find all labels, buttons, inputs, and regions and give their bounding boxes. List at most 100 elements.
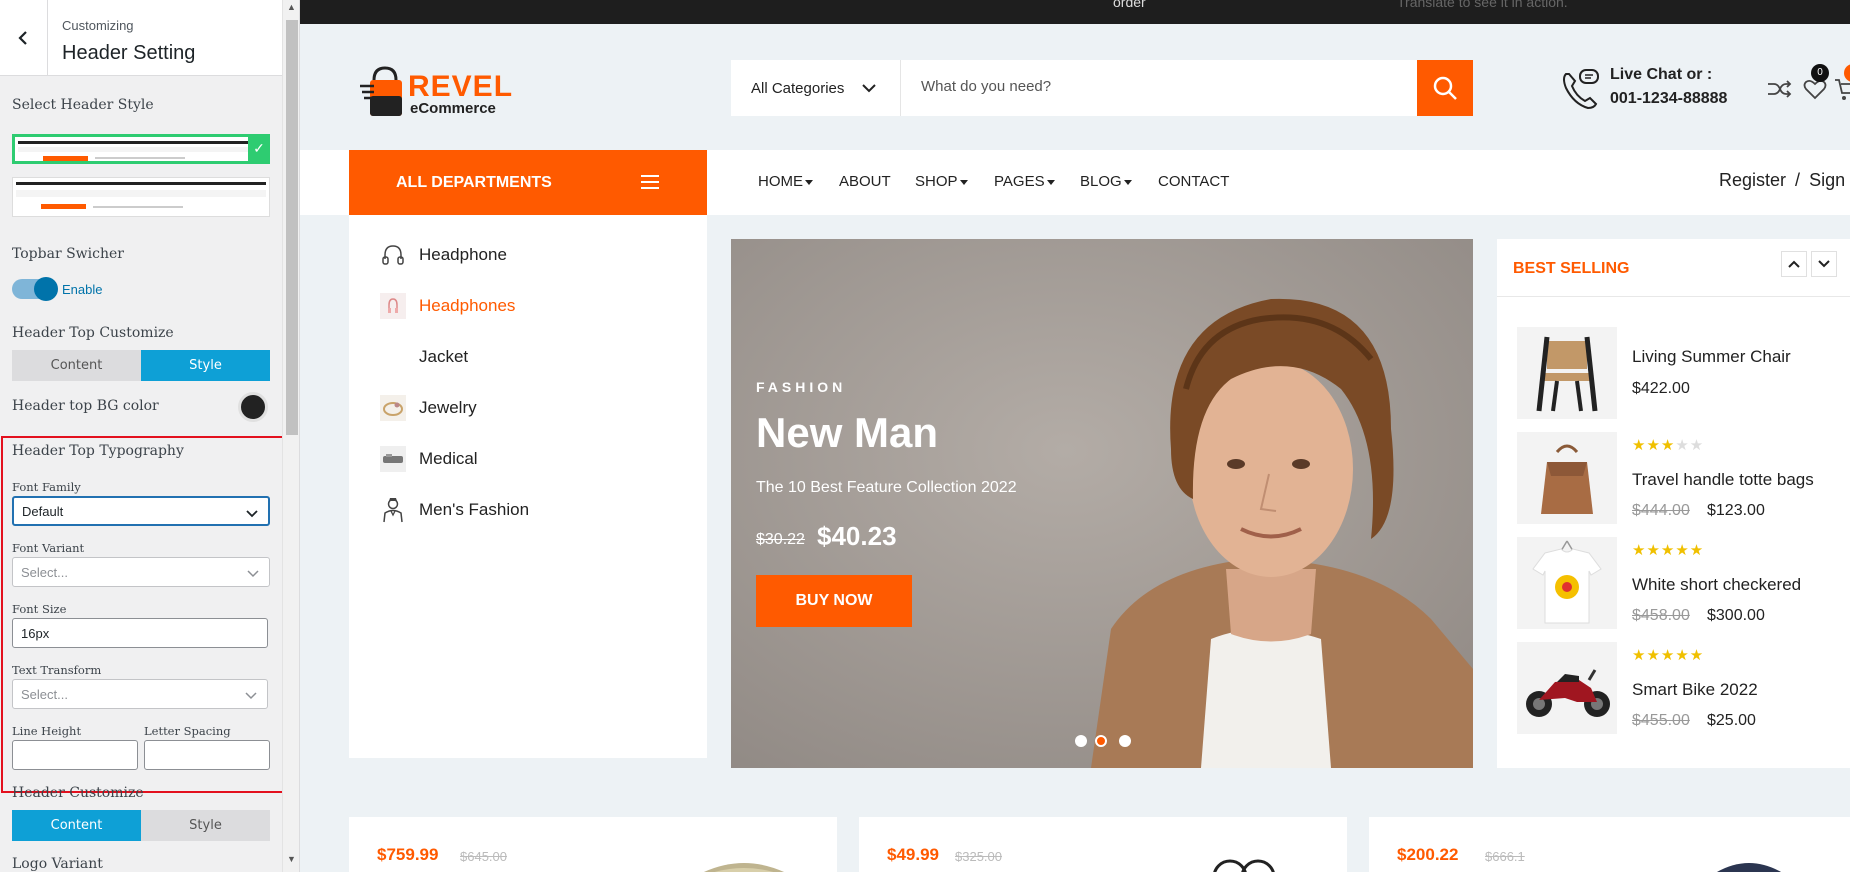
product-card[interactable]: $49.99 $325.00: [859, 817, 1347, 872]
font-variant-placeholder: Select...: [21, 564, 68, 580]
font-family-value: Default: [22, 503, 64, 519]
dept-item-mens-fashion[interactable]: Men's Fashion: [379, 495, 529, 525]
compare-shuffle-icon[interactable]: [1766, 76, 1792, 102]
chevron-down-icon: [245, 692, 257, 700]
slider-dot-2[interactable]: [1095, 735, 1107, 747]
customizer-breadcrumb: Customizing: [62, 18, 134, 33]
chevron-down-icon: [862, 84, 876, 93]
hero-price: $40.23: [817, 521, 897, 551]
rating-stars: ★★★★★: [1632, 542, 1705, 559]
nav-shop[interactable]: SHOP: [915, 173, 968, 190]
slider-dot-3[interactable]: [1119, 735, 1131, 747]
topbar-toggle[interactable]: [12, 277, 58, 301]
font-size-label: Font Size: [12, 602, 67, 616]
text-transform-placeholder: Select...: [21, 686, 68, 702]
register-link[interactable]: Register: [1719, 170, 1786, 190]
category-select[interactable]: All Categories: [731, 60, 901, 116]
chevron-down-icon: [1818, 260, 1830, 268]
search-input[interactable]: What do you need?: [921, 78, 1051, 95]
all-departments-label: ALL DEPARTMENTS: [396, 173, 552, 191]
best-selling-item[interactable]: ★★★★★ Travel handle totte bags $444.00 $…: [1517, 432, 1850, 524]
customizer-scrollbar[interactable]: ▲ ▼: [282, 0, 299, 872]
nav-blog[interactable]: BLOG: [1080, 173, 1132, 190]
header-customize-label: Header Customize: [12, 785, 144, 801]
product-card[interactable]: $759.99 $645.00: [349, 817, 837, 872]
select-header-style-label: Select Header Style: [12, 97, 154, 113]
content-tab[interactable]: Content: [12, 350, 141, 381]
header-icons: 0: [1766, 64, 1850, 112]
nav-contact-label: CONTACT: [1158, 173, 1230, 190]
back-button[interactable]: [0, 0, 48, 76]
dept-label: Men's Fashion: [419, 500, 530, 519]
style-tab[interactable]: Style: [141, 810, 270, 841]
live-chat-contact[interactable]: Live Chat or : 001-1234-88888: [1560, 60, 1740, 116]
customizer-header: Customizing Header Setting: [0, 0, 282, 76]
scroll-down-icon[interactable]: ▼: [287, 854, 296, 864]
product-card[interactable]: $200.22 $666.1: [1369, 817, 1850, 872]
dept-item-jewelry[interactable]: Jewelry: [379, 393, 477, 423]
nav-home[interactable]: HOME: [758, 173, 813, 190]
scrollbar-thumb[interactable]: [286, 20, 298, 435]
headphone-icon: [379, 241, 407, 269]
site-logo[interactable]: REVEL eCommerce: [348, 60, 512, 120]
wishlist-count-badge: 0: [1811, 64, 1829, 82]
font-family-select[interactable]: Default: [12, 496, 270, 526]
product-old-price: $444.00: [1632, 502, 1690, 519]
bg-color-swatch[interactable]: [238, 392, 268, 422]
line-height-input[interactable]: [12, 740, 138, 770]
header-style-option-2[interactable]: [12, 177, 270, 217]
font-size-input[interactable]: 16px: [12, 618, 268, 648]
signin-link[interactable]: Sign in: [1809, 170, 1850, 190]
hero-category: FASHION: [756, 379, 847, 395]
scroll-up-icon[interactable]: ▲: [287, 2, 296, 12]
nav-pages-label: PAGES: [994, 173, 1045, 190]
letter-spacing-input[interactable]: [144, 740, 270, 770]
dept-label: Medical: [419, 449, 478, 468]
medical-icon: [379, 445, 407, 473]
nav-contact[interactable]: CONTACT: [1158, 173, 1229, 190]
font-variant-select[interactable]: Select...: [12, 557, 270, 587]
dept-label: Headphones: [419, 296, 516, 315]
header-top-bg-color-label: Header top BG color: [12, 398, 159, 414]
dept-item-headphones[interactable]: Headphones: [379, 291, 515, 321]
nav-pages[interactable]: PAGES: [994, 173, 1055, 190]
prev-arrow-button[interactable]: [1781, 251, 1807, 277]
topbar-translate: Translate to see it in action.: [1397, 0, 1568, 10]
line-height-label: Line Height: [12, 724, 82, 738]
product-card-old-price: $325.00: [955, 849, 1002, 864]
nav-shop-label: SHOP: [915, 173, 958, 190]
product-name: White short checkered: [1632, 575, 1802, 594]
all-departments-button[interactable]: ALL DEPARTMENTS: [349, 150, 707, 215]
style-tab[interactable]: Style: [141, 350, 270, 381]
logo-name: REVEL: [408, 70, 514, 103]
category-select-value: All Categories: [751, 79, 845, 97]
font-variant-label: Font Variant: [12, 541, 85, 555]
hamburger-menu-icon: [641, 175, 659, 189]
content-tab[interactable]: Content: [12, 810, 141, 841]
bag-image: [1517, 432, 1617, 524]
letter-spacing-label: Letter Spacing: [144, 724, 231, 738]
product-card-price: $759.99: [377, 845, 439, 864]
site-preview: order Translate to see it in action. REV…: [300, 0, 1850, 872]
best-selling-item[interactable]: ★★★★★ White short checkered $458.00 $300…: [1517, 537, 1850, 629]
buy-now-button[interactable]: BUY NOW: [756, 575, 912, 627]
next-arrow-button[interactable]: [1811, 251, 1837, 277]
logo-subtitle: eCommerce: [410, 100, 496, 117]
auth-links: Register / Sign in: [1719, 170, 1850, 191]
product-image: [704, 863, 784, 872]
checkmark-icon: ✓: [248, 134, 270, 164]
search-button[interactable]: [1417, 60, 1473, 116]
dept-item-medical[interactable]: Medical: [379, 444, 478, 474]
best-selling-item[interactable]: ★★★★★ Smart Bike 2022 $455.00 $25.00: [1517, 642, 1850, 734]
slider-dot-1[interactable]: [1075, 735, 1087, 747]
shopping-bag-icon: [360, 66, 402, 116]
dept-item-jacket[interactable]: Jacket: [379, 342, 468, 372]
header-style-option-1[interactable]: ✓: [12, 134, 270, 164]
dept-label: Jewelry: [419, 398, 477, 417]
hero-title: New Man: [756, 409, 939, 456]
best-selling-item[interactable]: Living Summer Chair $422.00: [1517, 327, 1850, 419]
nav-about[interactable]: ABOUT: [839, 173, 891, 190]
rating-stars: ★★★★★: [1632, 647, 1705, 664]
dept-item-headphone[interactable]: Headphone: [379, 240, 507, 270]
text-transform-select[interactable]: Select...: [12, 679, 268, 709]
